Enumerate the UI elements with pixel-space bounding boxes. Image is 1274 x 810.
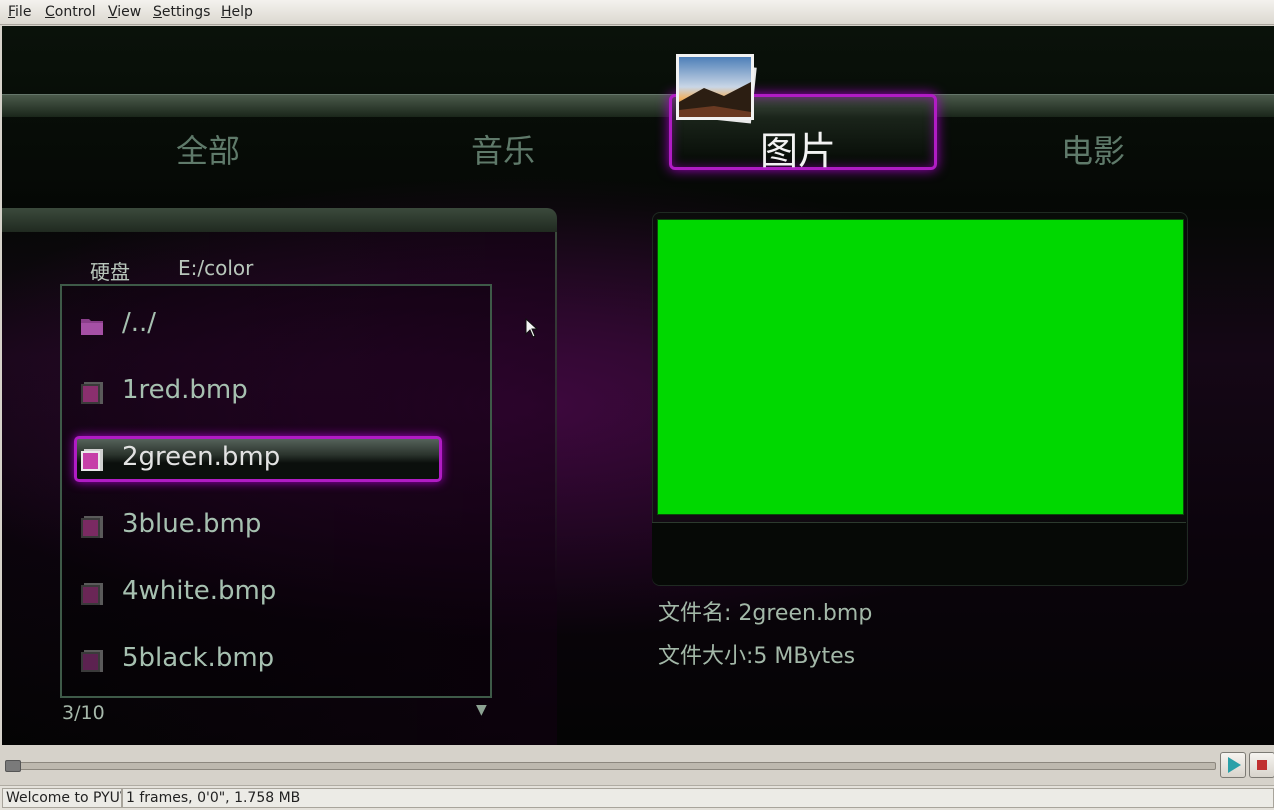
device-label: 硬盘 <box>90 260 130 284</box>
playback-bar <box>0 746 1274 784</box>
file-icon <box>81 650 103 672</box>
preview-image <box>657 219 1184 515</box>
menu-view-mnemonic: V <box>108 4 118 20</box>
path-label: E:/color <box>178 256 254 280</box>
list-item-parent[interactable]: /../ <box>80 302 460 346</box>
tab-bar <box>2 94 1274 117</box>
menu-view-label: iew <box>117 4 142 20</box>
menu-settings-label: ettings <box>161 4 211 20</box>
stop-icon <box>1257 760 1267 770</box>
tab-all[interactable]: 全部 <box>108 126 308 172</box>
file-icon <box>81 516 103 538</box>
menu-help-label: elp <box>231 4 253 20</box>
file-browser-header <box>2 208 557 232</box>
menu-settings[interactable]: Settings <box>153 4 210 20</box>
list-item-4white[interactable]: 4white.bmp <box>80 570 460 614</box>
page-counter: 3/10 <box>62 702 105 724</box>
menu-control-mnemonic: C <box>45 4 55 20</box>
folder-icon <box>81 319 103 335</box>
file-icon <box>81 583 103 605</box>
seek-track[interactable] <box>6 762 1216 770</box>
list-item-label: 4white.bmp <box>122 576 277 606</box>
stop-button[interactable] <box>1249 752 1274 778</box>
list-item-3blue[interactable]: 3blue.bmp <box>80 503 460 547</box>
tab-pictures[interactable]: 图片 <box>698 120 898 175</box>
photo-icon <box>676 54 757 124</box>
menu-control[interactable]: Control <box>45 4 96 20</box>
play-icon <box>1228 757 1241 773</box>
list-item-1red[interactable]: 1red.bmp <box>80 369 460 413</box>
menu-file-label: ile <box>15 4 32 20</box>
list-item-label: 2green.bmp <box>122 442 281 472</box>
menu-view[interactable]: View <box>108 4 141 20</box>
file-list[interactable] <box>60 284 492 698</box>
mouse-cursor-icon <box>525 318 539 338</box>
list-item-label: /../ <box>122 308 157 338</box>
list-item-5black[interactable]: 5black.bmp <box>80 637 460 681</box>
tab-movies[interactable]: 电影 <box>993 126 1193 172</box>
status-message: Welcome to PYUV <box>2 788 122 808</box>
menu-file-mnemonic: F <box>8 4 16 20</box>
menu-help[interactable]: Help <box>221 4 253 20</box>
status-frame-info: 1 frames, 0'0", 1.758 MB <box>122 788 1274 808</box>
list-item-2green[interactable]: 2green.bmp <box>80 436 460 480</box>
filesize-info: 文件大小:5 MBytes <box>658 644 856 669</box>
menu-settings-mnemonic: S <box>153 4 162 20</box>
menu-help-mnemonic: H <box>221 4 232 20</box>
list-item-label: 1red.bmp <box>122 375 248 405</box>
menu-control-label: ontrol <box>54 4 96 20</box>
status-bar: Welcome to PYUV 1 frames, 0'0", 1.758 MB <box>0 785 1274 810</box>
list-item-label: 5black.bmp <box>122 643 275 673</box>
preview-caption-area <box>652 522 1186 585</box>
tab-music[interactable]: 音乐 <box>403 126 603 172</box>
menu-file[interactable]: File <box>8 4 31 20</box>
play-button[interactable] <box>1220 752 1246 778</box>
video-canvas: 全部 音乐 图片 电影 硬盘 E:/color /../ 1red.bmp 2g… <box>2 26 1274 745</box>
filename-info: 文件名: 2green.bmp <box>658 601 873 626</box>
file-icon <box>81 382 103 404</box>
down-triangle-icon[interactable]: ▼ <box>476 702 487 718</box>
file-icon <box>81 449 103 471</box>
panel-edge <box>555 232 557 592</box>
menu-bar: File Control View Settings Help <box>0 0 1274 25</box>
seek-handle[interactable] <box>5 760 21 772</box>
list-item-label: 3blue.bmp <box>122 509 262 539</box>
